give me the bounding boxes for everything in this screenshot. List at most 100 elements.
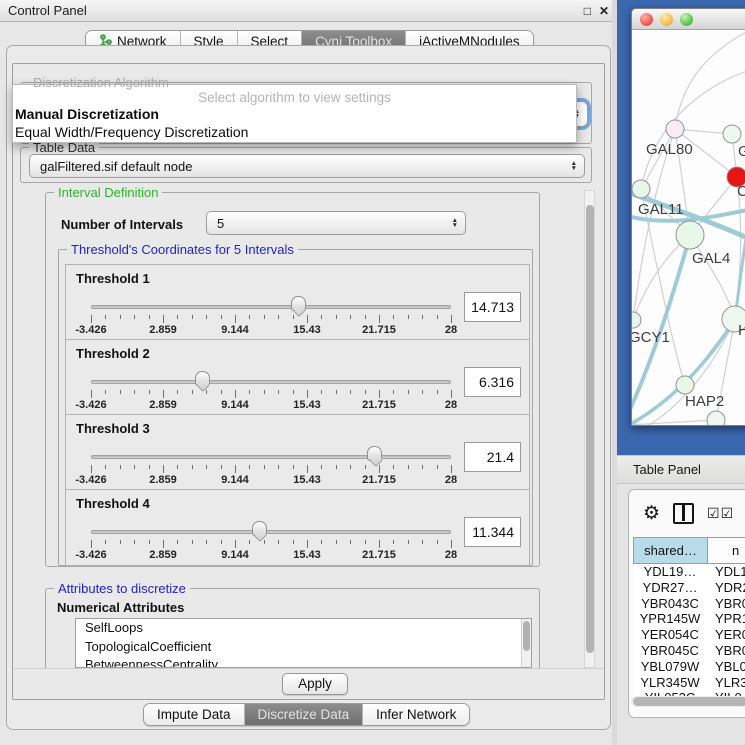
attribute-list-item[interactable]: SelfLoops [76, 619, 531, 638]
slider-thumb[interactable] [367, 446, 382, 461]
table-panel-titlebar: Table Panel [617, 455, 745, 484]
slider-tick [91, 390, 92, 398]
network-view-window: GAL80GALCGAL11GAL4GCY1HHAP2 [631, 8, 745, 426]
threshold-slider[interactable]: -3.4262.8599.14415.4321.71528 [86, 443, 456, 489]
attribute-list-item[interactable]: TopologicalCoefficient [76, 638, 531, 657]
table-cell: YLR3 [707, 675, 745, 691]
network-window-titlebar[interactable] [632, 9, 745, 30]
minimize-traffic-light-icon[interactable] [660, 13, 673, 26]
network-node[interactable] [632, 312, 641, 328]
bottom-tab-infer-network[interactable]: Infer Network [363, 704, 469, 725]
table-row[interactable]: YER054CYER0 [633, 627, 745, 643]
slider-tick [408, 315, 409, 319]
slider-thumb[interactable] [252, 521, 267, 536]
window-title: Control Panel [8, 3, 87, 18]
table-row[interactable]: YLR345WYLR3 [633, 675, 745, 691]
table-row[interactable]: YPR145WYPR1 [633, 611, 745, 627]
slider-track[interactable] [91, 380, 451, 384]
panel-scrollbar[interactable] [584, 190, 595, 668]
table-column-header[interactable]: shared… [634, 538, 708, 563]
close-traffic-light-icon[interactable] [640, 13, 653, 26]
network-node[interactable] [676, 221, 704, 249]
slider-tick [422, 390, 423, 394]
numerical-attributes-list[interactable]: SelfLoopsTopologicalCoefficientBetweenne… [75, 618, 532, 668]
network-node-label: GAL11 [638, 201, 684, 218]
slider-tick [105, 465, 106, 469]
table-row[interactable]: YBR045CYBR0 [633, 643, 745, 659]
threshold-slider[interactable]: -3.4262.8599.14415.4321.71528 [86, 518, 456, 564]
network-node[interactable] [707, 411, 725, 426]
node-table-panel: ⚙ ☑☑ shared…n YDL19…YDL1YDR27…YDR2YBR043… [628, 489, 745, 718]
network-node[interactable] [723, 125, 741, 143]
slider-tick [379, 540, 380, 548]
slider-tick [235, 315, 236, 323]
threshold-label: Threshold 1 [76, 271, 150, 286]
bottom-tab-impute-data[interactable]: Impute Data [144, 704, 245, 725]
bottom-tab-discretize-data[interactable]: Discretize Data [245, 704, 364, 725]
apply-button[interactable]: Apply [282, 673, 348, 695]
slider-tick [192, 465, 193, 469]
slider-thumb[interactable] [291, 296, 306, 311]
slider-tick [264, 540, 265, 544]
slider-tick-label: 21.715 [362, 549, 396, 561]
slider-tick [278, 465, 279, 469]
table-row[interactable]: YBR043CYBR0 [633, 596, 745, 612]
threshold-slider[interactable]: -3.4262.8599.14415.4321.71528 [86, 293, 456, 339]
slider-tick [365, 540, 366, 544]
threshold-value-field[interactable]: 6.316 [464, 367, 521, 397]
table-panel-title: Table Panel [633, 462, 701, 477]
table-row[interactable]: YDL19…YDL1 [633, 564, 745, 580]
slider-tick [350, 465, 351, 469]
table-row[interactable]: YDR27…YDR2 [633, 580, 745, 596]
network-node[interactable] [632, 180, 650, 198]
float-window-icon[interactable]: □ [584, 5, 591, 17]
threshold-value-field[interactable]: 14.713 [464, 292, 521, 322]
slider-tick-label: 15.43 [293, 324, 321, 336]
table-data-combobox[interactable]: galFiltered.sif default node ▲▼ [29, 154, 585, 178]
bottom-tab-label: Impute Data [157, 707, 231, 722]
list-scrollbar[interactable] [521, 619, 531, 667]
slider-track[interactable] [91, 455, 451, 459]
slider-tick [177, 540, 178, 544]
slider-tick [336, 390, 337, 394]
network-node-label: GCY1 [632, 329, 670, 346]
number-of-intervals-combobox[interactable]: 5 ▲▼ [206, 211, 466, 235]
split-columns-icon[interactable] [673, 503, 694, 524]
attribute-list-item[interactable]: BetweennessCentrality [76, 656, 531, 668]
table-data-group: Table Data galFiltered.sif default node … [20, 147, 592, 183]
slider-tick [350, 390, 351, 394]
slider-tick [437, 390, 438, 394]
algorithm-dropdown-popup: Select algorithm to view settings Manual… [12, 84, 577, 143]
slider-tick [235, 390, 236, 398]
table-cell: YER054C [633, 627, 707, 643]
threshold-value-field[interactable]: 11.344 [464, 517, 521, 547]
threshold-value-field[interactable]: 21.4 [464, 442, 521, 472]
gear-icon[interactable]: ⚙ [643, 504, 660, 523]
network-node[interactable] [666, 120, 684, 138]
algorithm-option[interactable]: Equal Width/Frequency Discretization [13, 123, 576, 141]
table-column-header[interactable]: n [708, 538, 745, 563]
table-cell: YBL0 [707, 659, 745, 675]
slider-tick [163, 465, 164, 473]
slider-tick [192, 390, 193, 394]
slider-tick [350, 540, 351, 544]
table-cell: YPR145W [633, 611, 707, 627]
network-node-label: GAL4 [692, 250, 730, 267]
checkbox-columns-icon[interactable]: ☑☑ [707, 505, 734, 522]
close-window-icon[interactable]: ✕ [599, 5, 609, 17]
slider-track[interactable] [91, 530, 451, 534]
table-horizontal-scrollbar[interactable] [631, 696, 745, 707]
slider-tick [192, 540, 193, 544]
slider-thumb[interactable] [195, 371, 210, 386]
algorithm-option[interactable]: Manual Discretization [13, 105, 576, 123]
network-node[interactable] [676, 376, 694, 394]
slider-track[interactable] [91, 305, 451, 309]
slider-tick [293, 315, 294, 319]
slider-tick [235, 540, 236, 548]
slider-tick [451, 315, 452, 323]
zoom-traffic-light-icon[interactable] [680, 13, 693, 26]
table-horizontal-scroll-thumb[interactable] [633, 697, 745, 706]
table-row[interactable]: YBL079WYBL0 [633, 659, 745, 675]
threshold-slider[interactable]: -3.4262.8599.14415.4321.71528 [86, 368, 456, 414]
network-canvas[interactable]: GAL80GALCGAL11GAL4GCY1HHAP2 [632, 30, 745, 426]
